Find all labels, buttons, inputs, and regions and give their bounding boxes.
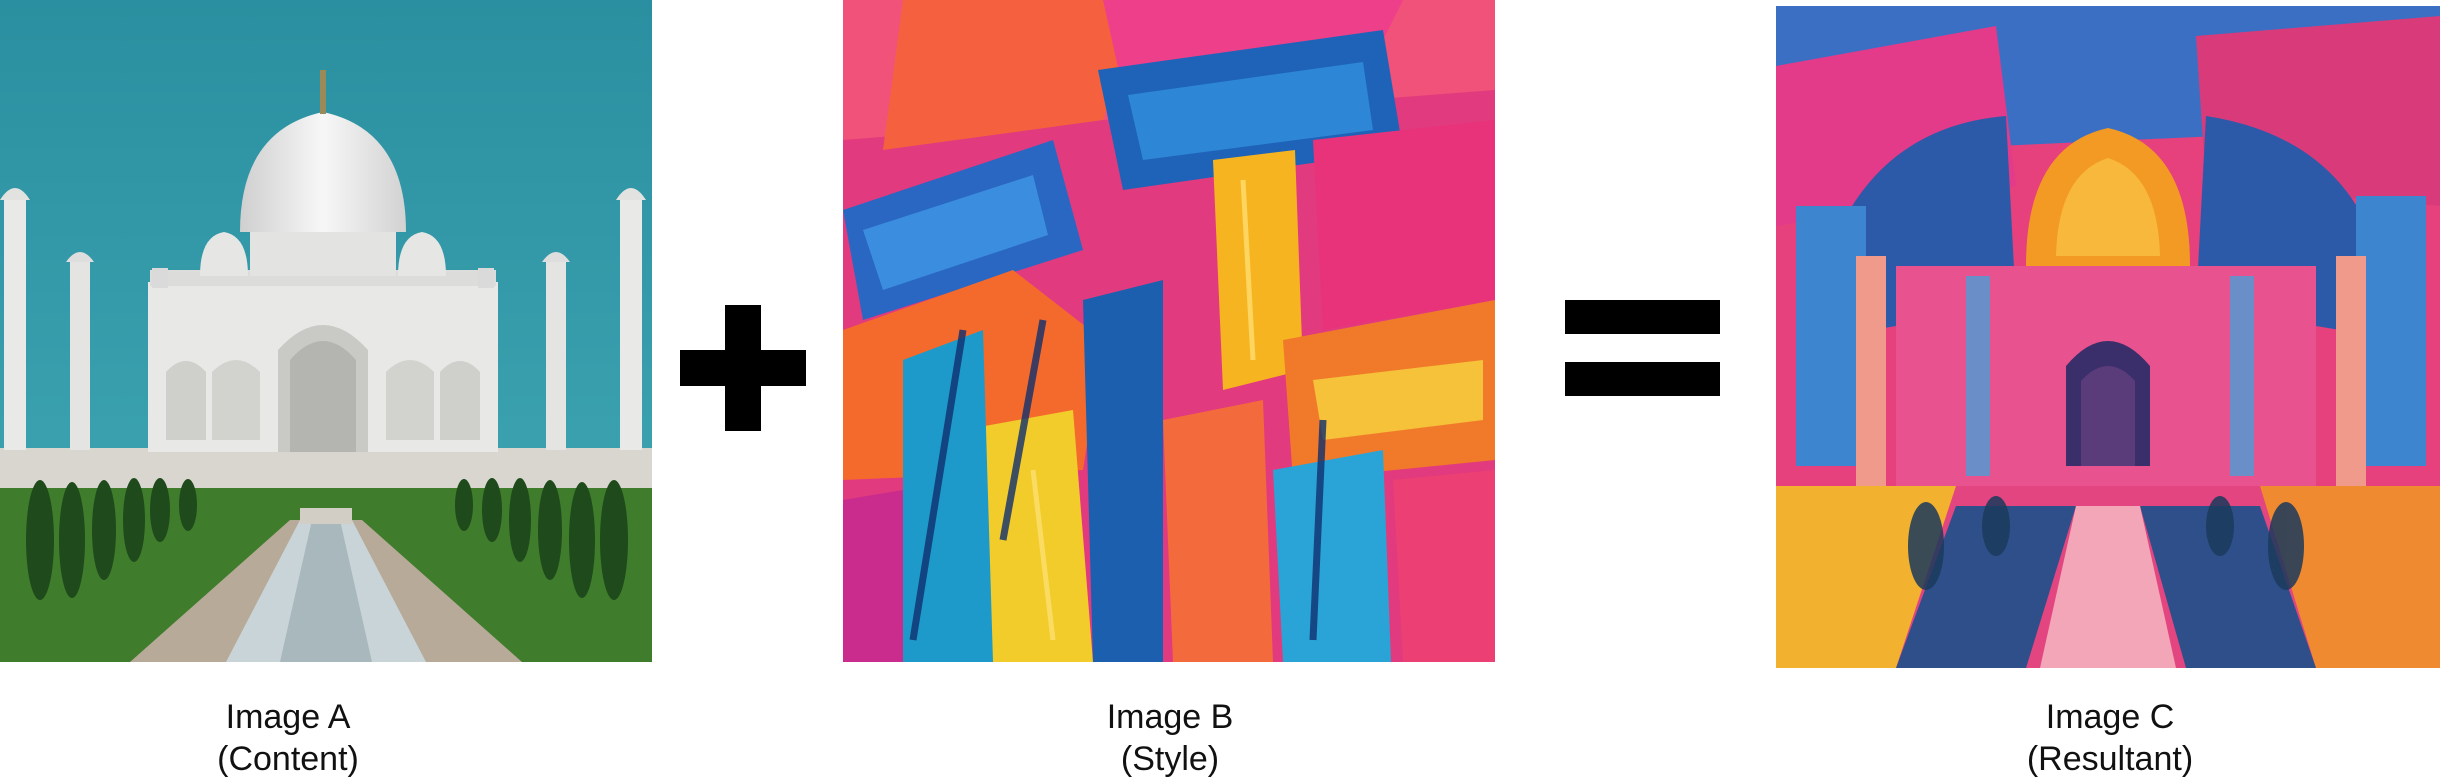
resultant-image (1776, 6, 2440, 668)
equals-icon (1565, 300, 1720, 396)
caption-subtitle: (Resultant) (2026, 740, 2194, 778)
caption-subtitle: (Content) (217, 740, 359, 778)
caption-title: Image C (2045, 698, 2175, 736)
caption-image-c: Image C (Resultant) (1850, 696, 2370, 780)
caption-title: Image A (225, 698, 351, 736)
stylized-taj-mahal (1776, 6, 2440, 668)
plus-icon (680, 305, 806, 431)
caption-image-b: Image B (Style) (910, 696, 1430, 780)
content-image (0, 0, 652, 662)
caption-title: Image B (1106, 698, 1234, 736)
caption-subtitle: (Style) (1120, 740, 1220, 778)
style-image (843, 0, 1495, 662)
taj-mahal-photo (0, 0, 652, 662)
caption-image-a: Image A (Content) (28, 696, 548, 780)
abstract-painting (843, 0, 1495, 662)
